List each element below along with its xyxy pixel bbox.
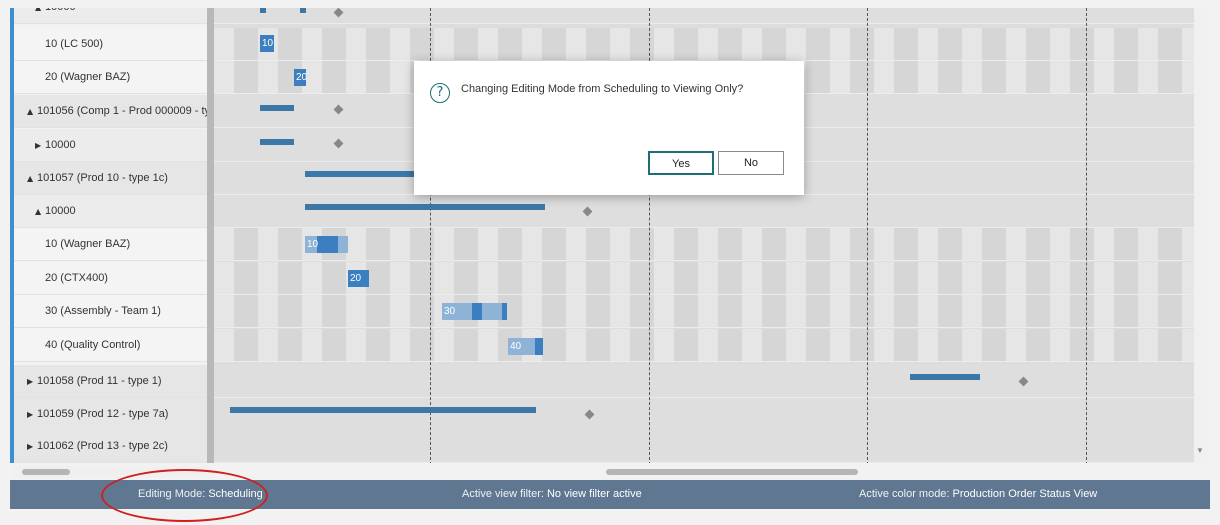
gantt-scrollbar-thumb[interactable] [606,469,858,475]
confirm-dialog: ? Changing Editing Mode from Scheduling … [414,61,804,195]
tree-row[interactable]: ▶ 10000 [14,129,207,162]
dialog-message: Changing Editing Mode from Scheduling to… [461,83,744,95]
tree-row[interactable]: ▲10000 [14,8,207,24]
order-bar[interactable] [300,8,306,13]
expand-collapse-icon[interactable]: ▲ [27,174,37,183]
operation-bar[interactable]: 10 [260,35,274,52]
operation-bar[interactable]: 20 [294,69,306,86]
expand-collapse-icon[interactable]: ▶ [27,377,37,386]
tree-row-label: 101062 (Prod 13 - type 2c) [37,440,168,452]
tree-row-label: 20 (Wagner BAZ) [45,71,131,83]
tree-row-label: 10 (Wagner BAZ) [45,238,131,250]
order-bar[interactable] [230,407,536,413]
tree-row[interactable]: ▲ 101057 (Prod 10 - type 1c) [14,162,207,195]
vertical-scrollbar[interactable] [1194,8,1208,463]
order-bar[interactable] [260,8,266,13]
expand-collapse-icon[interactable]: ▶ [35,141,45,150]
tree-row[interactable]: ▶ 101062 (Prod 13 - type 2c) [14,430,207,463]
expand-collapse-icon[interactable]: ▶ [27,410,37,419]
gantt-row [214,295,1194,328]
expand-collapse-icon[interactable]: ▲ [35,8,45,12]
gantt-row [214,28,1194,61]
time-separator [1086,8,1087,463]
gantt-scheduler-app: ▲10000 10 (LC 500) 20 (Wagner BAZ) ▲1010… [0,0,1220,525]
gantt-row [214,398,1194,431]
tree-row-label: 101056 (Comp 1 - Prod 000009 - ty [37,105,207,117]
resource-tree: ▲10000 10 (LC 500) 20 (Wagner BAZ) ▲1010… [14,8,207,463]
tree-scrollbar-thumb[interactable] [22,469,70,475]
order-bar[interactable] [910,374,980,380]
view-filter-status: Active view filter: No view filter activ… [462,488,642,500]
gantt-row [214,365,1194,398]
operation-bar[interactable]: 30 [442,303,507,320]
expand-collapse-icon[interactable]: ▲ [35,207,45,216]
view-filter-value: No view filter active [546,488,642,500]
order-bar[interactable] [305,204,545,210]
tree-row[interactable]: 30 (Assembly - Team 1) [14,295,207,328]
tree-row-label: 101057 (Prod 10 - type 1c) [37,172,168,184]
gantt-row [214,195,1194,228]
question-icon: ? [430,83,450,103]
tree-row[interactable]: ▲10000 [14,195,207,228]
tree-row-label: 10000 [45,139,76,151]
annotation-highlight-ellipse [101,469,268,522]
order-bar[interactable] [260,139,294,145]
tree-row[interactable]: 10 (Wagner BAZ) [14,228,207,261]
view-filter-label: Active view filter: [462,488,544,500]
time-separator [867,8,868,463]
yes-button[interactable]: Yes [648,151,714,175]
order-bar[interactable] [260,105,294,111]
gantt-row [214,329,1194,362]
tree-row-label: 101059 (Prod 12 - type 7a) [37,408,169,420]
operation-bar[interactable]: 40 [508,338,543,355]
expand-collapse-icon[interactable]: ▶ [27,442,37,451]
color-mode-label: Active color mode: [859,488,950,500]
tree-row-label: 20 (CTX400) [45,272,108,284]
color-mode-status: Active color mode: Production Order Stat… [859,488,1097,500]
operation-bar[interactable]: 10 [305,236,348,253]
tree-row[interactable]: ▲ 101056 (Comp 1 - Prod 000009 - ty [14,95,207,128]
no-button[interactable]: No [718,151,784,175]
operation-bar[interactable]: 20 [348,270,369,287]
tree-row[interactable]: ▶ 101058 (Prod 11 - type 1) [14,365,207,398]
color-mode-value: Production Order Status View [952,488,1098,500]
tree-row-label: 10 (LC 500) [45,38,104,50]
tree-row[interactable]: 10 (LC 500) [14,28,207,61]
tree-row-label: 10000 [45,8,76,13]
tree-row[interactable]: 20 (CTX400) [14,262,207,295]
gantt-row [214,228,1194,261]
tree-row[interactable]: ▶ 101059 (Prod 12 - type 7a) [14,398,207,431]
pane-splitter[interactable] [207,8,214,463]
tree-row-label: 40 (Quality Control) [45,339,141,351]
gantt-row [214,430,1194,463]
tree-row[interactable]: 40 (Quality Control) [14,329,207,362]
tree-row-label: 30 (Assembly - Team 1) [45,305,161,317]
scroll-down-arrow-icon[interactable]: ▼ [1196,446,1204,455]
tree-row-label: 101058 (Prod 11 - type 1) [37,375,162,387]
tree-row[interactable]: 20 (Wagner BAZ) [14,61,207,94]
expand-collapse-icon[interactable]: ▲ [27,107,37,116]
gantt-row [214,8,1194,24]
tree-row-label: 10000 [45,205,76,217]
